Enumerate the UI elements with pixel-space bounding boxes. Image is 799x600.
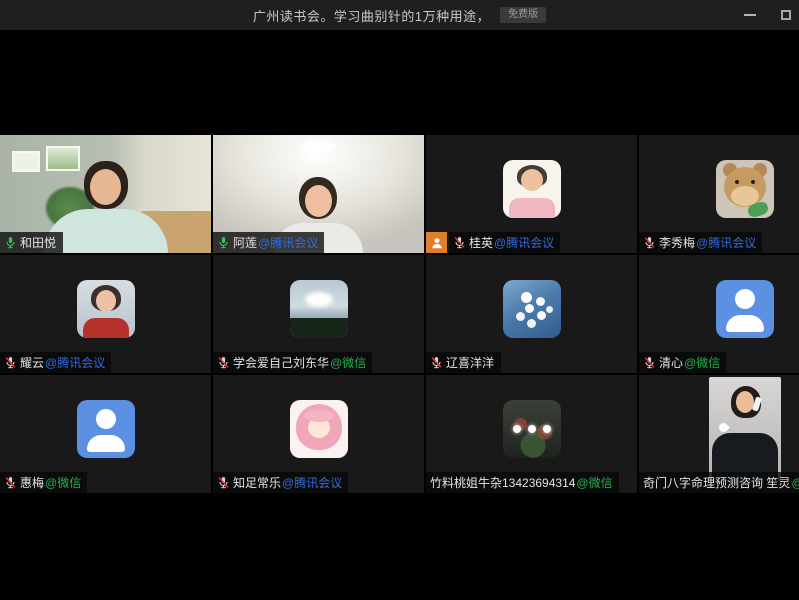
name-label: 李秀梅 @腾讯会议 <box>639 232 762 253</box>
participant-tile-qingxin[interactable]: 清心 @微信 <box>639 255 799 373</box>
platform-tag: @腾讯会议 <box>258 234 318 251</box>
participant-tile-liudonghua[interactable]: 学会爱自己刘东华 @微信 <box>213 255 424 373</box>
name-label: 阿莲 @腾讯会议 <box>213 232 324 253</box>
participant-name: 惠梅 <box>20 474 44 491</box>
wall-art <box>46 146 80 171</box>
participant-tile-zhizuchangle[interactable]: 知足常乐 @腾讯会议 <box>213 375 424 493</box>
mic-muted-icon <box>4 476 17 489</box>
mic-on-icon <box>4 236 17 249</box>
mic-muted-icon <box>217 356 230 369</box>
mic-muted-icon <box>453 236 466 249</box>
participant-name: 学会爱自己刘东华 <box>233 354 329 371</box>
person-face <box>305 185 332 217</box>
loading-dots-icon <box>503 400 561 458</box>
mic-muted-icon <box>643 236 656 249</box>
participant-name: 桂英 <box>469 234 493 251</box>
platform-tag: @腾讯会议 <box>494 234 554 251</box>
platform-tag: @微信 <box>330 354 366 371</box>
minimize-icon <box>744 14 756 16</box>
mic-muted-icon <box>430 356 443 369</box>
name-label: 和田悦 <box>0 232 63 253</box>
participant-tile-lixiumei[interactable]: 李秀梅 @腾讯会议 <box>639 135 799 253</box>
name-label: 清心 @微信 <box>639 352 726 373</box>
participant-tile-hetianyue[interactable]: 和田悦 <box>0 135 211 253</box>
meeting-window: 广州读书会。学习曲别针的1万种用途， 免费版 <box>0 0 799 600</box>
handset-icon <box>717 421 730 434</box>
platform-tag: @微信 <box>45 474 81 491</box>
platform-tag: @腾讯会议 <box>282 474 342 491</box>
participant-tile-alian[interactable]: 阿莲 @腾讯会议 <box>213 135 424 253</box>
platform-tag: @微信 <box>791 474 799 491</box>
participant-name: 知足常乐 <box>233 474 281 491</box>
titlebar: 广州读书会。学习曲别针的1万种用途， 免费版 <box>0 0 799 30</box>
portrait-photo <box>709 377 781 481</box>
name-label: 辽喜洋洋 <box>426 352 501 373</box>
participant-name: 和田悦 <box>20 234 56 251</box>
ceiling-light <box>301 141 335 152</box>
participant-name: 奇门八字命理预测咨询 笙灵 <box>643 474 790 491</box>
avatar <box>716 280 774 338</box>
avatar <box>503 400 561 458</box>
host-badge-icon <box>426 232 447 253</box>
free-version-badge[interactable]: 免费版 <box>500 7 546 23</box>
mic-muted-icon <box>217 476 230 489</box>
platform-tag: @腾讯会议 <box>45 354 105 371</box>
platform-tag: @微信 <box>576 474 612 491</box>
participant-tile-guiying[interactable]: 桂英 @腾讯会议 <box>426 135 637 253</box>
participant-tile-zhuliao[interactable]: 竹料桃姐牛杂13423694314 @微信 <box>426 375 637 493</box>
window-controls <box>739 0 797 30</box>
maximize-button[interactable] <box>775 4 797 26</box>
participant-name: 辽喜洋洋 <box>446 354 494 371</box>
avatar <box>503 280 561 338</box>
avatar <box>77 400 135 458</box>
wall-art <box>12 151 40 172</box>
platform-tag: @微信 <box>684 354 720 371</box>
platform-tag: @腾讯会议 <box>696 234 756 251</box>
name-label: 知足常乐 @腾讯会议 <box>213 472 348 493</box>
avatar <box>290 280 348 338</box>
participant-name: 清心 <box>659 354 683 371</box>
participant-name: 耀云 <box>20 354 44 371</box>
maximize-icon <box>781 10 791 20</box>
name-label: 竹料桃姐牛杂13423694314 @微信 <box>426 472 619 493</box>
mic-on-icon <box>217 236 230 249</box>
meeting-title: 广州读书会。学习曲别针的1万种用途， <box>253 6 490 25</box>
name-label: 桂英 @腾讯会议 <box>449 232 560 253</box>
name-label: 惠梅 @微信 <box>0 472 87 493</box>
avatar <box>290 400 348 458</box>
name-label: 学会爱自己刘东华 @微信 <box>213 352 372 373</box>
avatar <box>716 160 774 218</box>
participant-name: 李秀梅 <box>659 234 695 251</box>
mic-muted-icon <box>4 356 17 369</box>
participant-name: 竹料桃姐牛杂13423694314 <box>430 474 575 491</box>
participant-tile-yaoyun[interactable]: 耀云 @腾讯会议 <box>0 255 211 373</box>
video-grid: 和田悦 阿莲 @腾讯会议 <box>0 135 799 493</box>
name-label: 耀云 @腾讯会议 <box>0 352 111 373</box>
mic-muted-icon <box>643 356 656 369</box>
participant-name: 阿莲 <box>233 234 257 251</box>
participant-tile-shengling[interactable]: 奇门八字命理预测咨询 笙灵 @微信 <box>639 375 799 493</box>
person-face <box>90 169 121 205</box>
avatar <box>77 280 135 338</box>
participant-tile-huimei[interactable]: 惠梅 @微信 <box>0 375 211 493</box>
avatar <box>503 160 561 218</box>
participant-tile-liaoxiyangyang[interactable]: 辽喜洋洋 <box>426 255 637 373</box>
minimize-button[interactable] <box>739 4 761 26</box>
name-label: 奇门八字命理预测咨询 笙灵 @微信 <box>639 472 799 493</box>
